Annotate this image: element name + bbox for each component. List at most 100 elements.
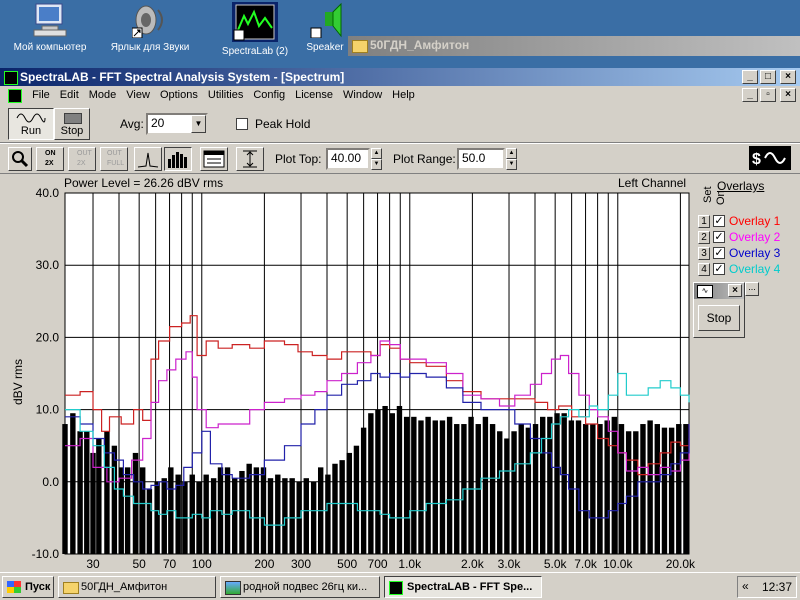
zoom-button[interactable] xyxy=(8,147,32,171)
spectrum-bar xyxy=(253,467,260,554)
run-button[interactable]: Run xyxy=(8,108,54,140)
scale-button[interactable] xyxy=(236,147,264,171)
desktop-icon-sounds[interactable]: Ярлык для Звуки xyxy=(100,2,200,53)
more-button[interactable]: ... xyxy=(745,282,759,296)
desktop-icon-speaker[interactable]: Speaker xyxy=(300,2,350,53)
plot-top-spinner[interactable]: ▲ ▼ xyxy=(371,148,382,170)
maximize-button[interactable]: □ xyxy=(760,70,776,84)
spectrum-bar xyxy=(96,438,102,554)
zoom-out-full-button[interactable]: OUT FULL xyxy=(100,147,128,171)
overlay-set-4-button[interactable]: 4 xyxy=(698,263,710,276)
x-tick-label: 200 xyxy=(254,557,274,571)
spectrum-bar xyxy=(489,424,496,554)
desktop-icon-my-computer[interactable]: Мой компьютер xyxy=(0,2,100,53)
sine-wave-icon xyxy=(16,113,46,123)
peak-hold-checkbox[interactable] xyxy=(236,118,248,130)
overlay-2-checkbox[interactable]: ✓ xyxy=(713,231,725,243)
overlay-4-checkbox[interactable]: ✓ xyxy=(713,263,725,275)
menu-help[interactable]: Help xyxy=(387,86,420,104)
x-tick-label: 7.0k xyxy=(574,557,598,571)
spectrum-bar xyxy=(611,416,618,554)
menu-utilities[interactable]: Utilities xyxy=(203,86,248,104)
spectrum-bar xyxy=(683,424,689,554)
stop-button[interactable]: Stop xyxy=(54,108,90,140)
background-window[interactable]: 50ГДН_Амфитон xyxy=(348,36,800,66)
overlay-1-checkbox[interactable]: ✓ xyxy=(713,215,725,227)
spectrum-bar xyxy=(224,467,231,554)
menu-view[interactable]: View xyxy=(121,86,155,104)
display-settings-button[interactable] xyxy=(200,147,228,171)
plot-range-input[interactable]: 50.0 xyxy=(457,148,505,170)
x-tick-label: 30 xyxy=(86,557,100,571)
spectrum-bar xyxy=(282,478,288,554)
spectrum-bar xyxy=(396,405,403,554)
menu-mode[interactable]: Mode xyxy=(84,86,122,104)
doc-restore-button[interactable]: ▫ xyxy=(760,88,776,102)
zoom-in-2x-label: ON 2X xyxy=(45,150,56,167)
plot-range-value: 50.0 xyxy=(462,151,486,165)
spectrum-bar xyxy=(647,420,653,554)
spectrum-bar xyxy=(275,474,281,554)
zoom-out-2x-button[interactable]: OUT 2X xyxy=(68,147,96,171)
spectrum-bar xyxy=(382,405,388,554)
spectrum-bar xyxy=(561,413,567,554)
line-plot-button[interactable] xyxy=(134,147,162,171)
overlay-3-checkbox[interactable]: ✓ xyxy=(713,247,725,259)
chevron-down-icon[interactable]: ▼ xyxy=(191,115,206,133)
spectrum-bar xyxy=(267,478,274,554)
task-image[interactable]: родной подвес 26гц ки... xyxy=(220,576,380,598)
start-button[interactable]: Пуск xyxy=(2,576,54,598)
tray-expand-button[interactable]: « xyxy=(742,579,749,593)
plot-range-spinner[interactable]: ▲ ▼ xyxy=(506,148,517,170)
minimize-button[interactable]: _ xyxy=(742,70,758,84)
spectrum-bar xyxy=(161,478,167,554)
spectrum-bar xyxy=(339,460,345,554)
mini-control-window[interactable]: ∿ × Stop xyxy=(693,282,745,338)
spectralab-shortcut-icon xyxy=(232,2,278,42)
menu-file[interactable]: File xyxy=(27,86,55,104)
doc-minimize-button[interactable]: _ xyxy=(742,88,758,102)
menu-window[interactable]: Window xyxy=(338,86,387,104)
overlays-set-label: Set xyxy=(702,186,714,203)
spectrum-bar xyxy=(411,416,417,554)
zoom-in-2x-button[interactable]: ON 2X xyxy=(36,147,64,171)
spectrum-bar xyxy=(360,427,367,554)
spectrum-bar xyxy=(303,478,309,554)
x-tick-label: 5.0k xyxy=(544,557,568,571)
spectrum-bar xyxy=(497,431,503,554)
menu-options[interactable]: Options xyxy=(155,86,203,104)
clock: 12:37 xyxy=(762,580,793,594)
spectrum-bar xyxy=(260,467,267,554)
signal-generator-icon[interactable]: $ xyxy=(749,146,791,170)
spectrum-bar xyxy=(389,413,395,554)
spectrum-bar xyxy=(554,413,560,554)
menu-config[interactable]: Config xyxy=(248,86,290,104)
close-button[interactable]: × xyxy=(780,70,796,84)
windows-logo-icon xyxy=(7,581,21,593)
mini-stop-button[interactable]: Stop xyxy=(698,305,740,331)
spectrum-bar xyxy=(353,445,360,554)
menu-edit[interactable]: Edit xyxy=(55,86,84,104)
plot-top-input[interactable]: 40.00 xyxy=(326,148,370,170)
task-spectralab[interactable]: SpectraLAB - FFT Spe... xyxy=(384,576,542,598)
overlay-set-3-button[interactable]: 3 xyxy=(698,247,710,260)
overlay-set-2-button[interactable]: 2 xyxy=(698,231,710,244)
doc-close-button[interactable]: × xyxy=(780,88,796,102)
avg-select[interactable]: 20 ▼ xyxy=(146,113,208,135)
x-tick-label: 20.0k xyxy=(666,557,696,571)
spectrum-bar xyxy=(661,427,668,554)
y-tick-label: -10.0 xyxy=(32,547,60,561)
bar-plot-button[interactable] xyxy=(164,147,192,171)
overlay-1-label: Overlay 1 xyxy=(729,214,781,228)
app-title-bar[interactable]: SpectraLAB - FFT Spectral Analysis Syste… xyxy=(0,68,800,86)
peak-hold-label: Peak Hold xyxy=(255,117,311,131)
desktop-icon-spectralab[interactable]: SpectraLab (2) xyxy=(205,2,305,57)
mini-close-button[interactable]: × xyxy=(728,284,742,297)
spectrum-chart[interactable]: 40.0 30.0 20.0 10.0 0.0 -10.0 30 50 70 100 200 300… xyxy=(0,172,800,572)
task-folder[interactable]: 50ГДН_Амфитон xyxy=(58,576,216,598)
spectrum-bar xyxy=(84,431,90,554)
overlay-set-1-button[interactable]: 1 xyxy=(698,215,710,228)
spectrum-bar xyxy=(532,424,539,554)
spectrum-bar xyxy=(668,427,675,554)
menu-license[interactable]: License xyxy=(290,86,338,104)
